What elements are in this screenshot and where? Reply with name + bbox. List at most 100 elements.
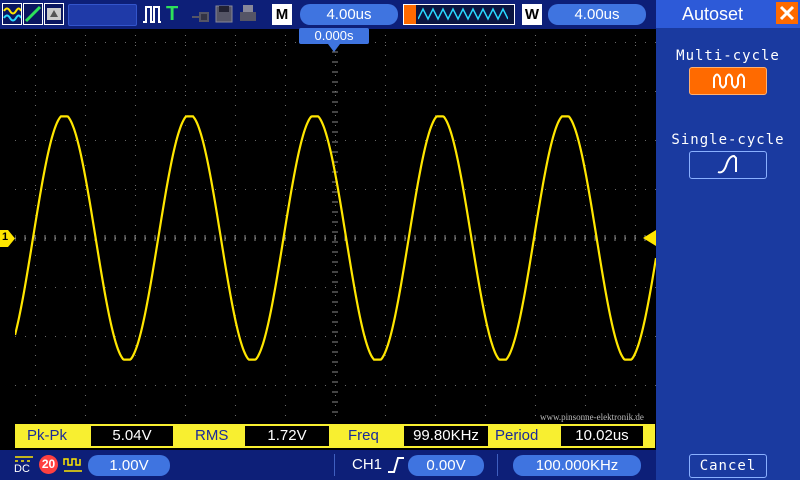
- grid-dot: [535, 385, 536, 386]
- grid-dot: [135, 355, 136, 356]
- grid-dot: [95, 189, 96, 190]
- grid-dot: [475, 189, 476, 190]
- grid-dot: [165, 42, 166, 43]
- grid-dot: [185, 245, 186, 246]
- cancel-button[interactable]: Cancel: [689, 454, 767, 478]
- window-timebase-display[interactable]: 4.00us: [548, 4, 646, 25]
- grid-dot: [115, 42, 116, 43]
- grid-dot: [25, 42, 26, 43]
- ramp-icon[interactable]: [23, 3, 43, 25]
- grid-dot: [35, 140, 36, 141]
- grid-dot: [385, 295, 386, 296]
- grid-dot: [635, 195, 636, 196]
- close-icon[interactable]: [776, 2, 798, 24]
- grid-dot: [335, 140, 336, 141]
- grid-dot: [235, 355, 236, 356]
- grid-dot: [535, 85, 536, 86]
- grid-dot: [635, 335, 636, 336]
- grid-dot: [485, 189, 486, 190]
- grid-dot: [35, 91, 36, 92]
- grid-dot: [545, 42, 546, 43]
- memory-position-bar[interactable]: [403, 4, 515, 25]
- menu-header: Autoset: [656, 0, 800, 28]
- grid-dot: [365, 385, 366, 386]
- grid-dot: [185, 345, 186, 346]
- channel-waveform-icon[interactable]: [2, 3, 22, 25]
- grid-dot: [135, 55, 136, 56]
- grid-dot: [15, 385, 16, 386]
- grid-dot: [505, 385, 506, 386]
- grid-dot: [425, 385, 426, 386]
- grid-dot: [85, 245, 86, 246]
- trigger-level-display[interactable]: 0.00V: [408, 455, 484, 476]
- grid-dot: [335, 265, 336, 266]
- grid-dot: [245, 287, 246, 288]
- channel-1-marker[interactable]: 1: [0, 230, 15, 247]
- save-icon[interactable]: [214, 3, 234, 25]
- grid-dot: [85, 125, 86, 126]
- display-icon[interactable]: [44, 3, 64, 25]
- timebase-display[interactable]: 4.00us: [300, 4, 398, 25]
- grid-dot: [445, 42, 446, 43]
- grid-dot: [285, 265, 286, 266]
- grid-dot: [545, 189, 546, 190]
- grid-dot: [185, 215, 186, 216]
- grid-dot: [85, 205, 86, 206]
- volts-per-div-display[interactable]: 1.00V: [88, 455, 170, 476]
- grid-dot: [85, 155, 86, 156]
- grid-dot: [535, 265, 536, 266]
- grid-dot: [335, 336, 336, 337]
- grid-dot: [585, 355, 586, 356]
- grid-dot: [595, 287, 596, 288]
- grid-dot: [325, 189, 326, 190]
- grid-dot: [345, 287, 346, 288]
- grid-dot: [55, 42, 56, 43]
- grid-dot: [335, 365, 336, 366]
- grid-dot: [635, 189, 636, 190]
- trigger-offset-label[interactable]: 0.000s: [299, 28, 369, 44]
- grid-dot: [345, 189, 346, 190]
- grid-dot: [205, 42, 206, 43]
- grid-dot: [545, 385, 546, 386]
- grid-dot: [235, 295, 236, 296]
- grid-dot: [185, 285, 186, 286]
- grid-dot: [315, 336, 316, 337]
- trigger-status-letter: T: [166, 3, 179, 25]
- grid-dot: [255, 91, 256, 92]
- grid-dot: [645, 42, 646, 43]
- grid-dot: [435, 405, 436, 406]
- multi-cycle-button[interactable]: [689, 67, 767, 95]
- single-cycle-button[interactable]: [689, 151, 767, 179]
- grid-dot: [95, 140, 96, 141]
- grid-dot: [35, 295, 36, 296]
- print-icon[interactable]: [238, 3, 258, 25]
- grid-dot: [455, 91, 456, 92]
- grid-dot: [635, 225, 636, 226]
- grid-dot: [85, 336, 86, 337]
- measure-value-freq: 99.80KHz: [404, 426, 488, 446]
- measure-value-rms: 1.72V: [245, 426, 329, 446]
- grid-dot: [295, 287, 296, 288]
- grid-dot: [185, 85, 186, 86]
- grid-dot: [35, 405, 36, 406]
- grid-dot: [95, 336, 96, 337]
- grid-dot: [395, 287, 396, 288]
- measurement-bar: Pk-Pk 5.04V RMS 1.72V Freq 99.80KHz Peri…: [15, 424, 655, 448]
- grid-dot: [85, 365, 86, 366]
- grid-dot: [185, 415, 186, 416]
- grid-dot: [85, 75, 86, 76]
- grid-dot: [525, 385, 526, 386]
- grid-dot: [435, 295, 436, 296]
- grid-dot: [425, 189, 426, 190]
- grid-dot: [25, 91, 26, 92]
- grid-dot: [85, 85, 86, 86]
- grid-dot: [415, 385, 416, 386]
- grid-dot: [445, 140, 446, 141]
- grid-dot: [585, 365, 586, 366]
- waveform-display[interactable]: www.pinsonne-elektronik.de: [15, 29, 656, 422]
- grid-dot: [235, 155, 236, 156]
- grid-dot: [145, 91, 146, 92]
- grid-dot: [45, 140, 46, 141]
- grid-dot: [635, 245, 636, 246]
- grid-dot: [55, 385, 56, 386]
